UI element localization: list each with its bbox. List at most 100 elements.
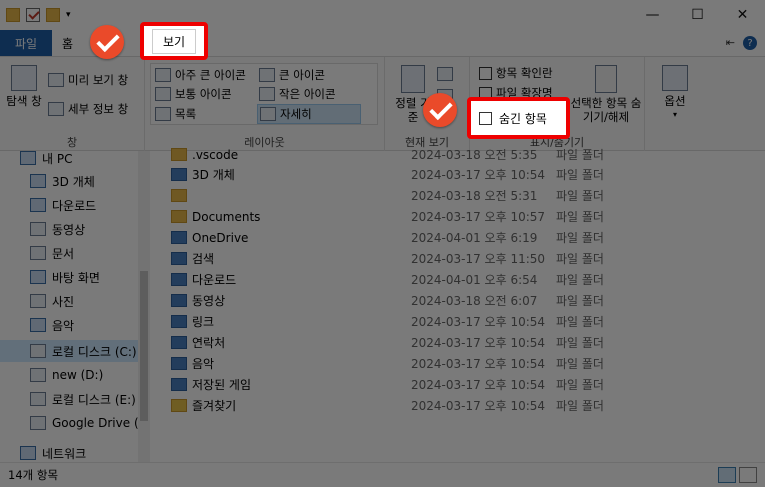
list-icon	[155, 107, 171, 121]
maximize-button[interactable]: ☐	[675, 0, 720, 30]
pane-group: 탐색 창 미리 보기 창 세부 정보 창 창	[0, 57, 145, 152]
hide-selected-button[interactable]: 선택한 항목 숨기기/해제	[570, 65, 642, 124]
list-item[interactable]: 음악 2024-03-17 오후 10:54 파일 폴더	[171, 353, 765, 374]
layout-large[interactable]: 큰 아이콘	[259, 67, 325, 83]
list-item[interactable]: 저장된 게임 2024-03-17 오후 10:54 파일 폴더	[171, 374, 765, 395]
hidden-items-checkbox[interactable]	[479, 111, 492, 125]
help-icon[interactable]: ?	[743, 36, 757, 50]
details-view-toggle-icon[interactable]	[718, 467, 736, 483]
hide-selected-icon	[595, 65, 617, 93]
contacts-icon	[171, 336, 187, 349]
tab-file[interactable]: 파일	[0, 30, 52, 56]
download-icon	[30, 198, 46, 212]
sidebar-item-drive-e[interactable]: 로컬 디스크 (E:)	[30, 388, 136, 410]
sidebar-item-desktop[interactable]: 바탕 화면	[30, 266, 100, 288]
list-item[interactable]: OneDrive 2024-04-01 오후 6:19 파일 폴더	[171, 227, 765, 248]
folder-icon	[6, 8, 20, 22]
options-button[interactable]: 옵션 ▾	[655, 65, 695, 122]
navigation-pane: 내 PC 3D 개체 다운로드 동영상 문서 바탕 화면 사진 음악 로컬 디스…	[0, 151, 150, 462]
pin-ribbon-icon[interactable]: ⇤	[726, 36, 735, 50]
preview-pane-button[interactable]: 미리 보기 창	[48, 72, 128, 88]
sidebar-item-pictures[interactable]: 사진	[30, 290, 74, 312]
sidebar-item-documents[interactable]: 문서	[30, 242, 74, 264]
desktop-icon	[30, 270, 46, 284]
details-pane-button[interactable]: 세부 정보 창	[48, 101, 128, 117]
sidebar-item-google-drive[interactable]: Google Drive (G:)	[30, 412, 138, 434]
layout-gallery: 아주 큰 아이콘 큰 아이콘 보통 아이콘 작은 아이콘 목록 자세히	[150, 63, 378, 125]
layout-details[interactable]: 자세히	[257, 104, 361, 124]
3d-objects-icon	[30, 174, 46, 188]
hidden-items-label: 숨긴 항목	[499, 111, 547, 126]
list-item[interactable]: 링크 2024-03-17 오후 10:54 파일 폴더	[171, 311, 765, 332]
picture-icon	[30, 294, 46, 308]
sidebar-scrollbar-thumb[interactable]	[140, 271, 148, 421]
tab-home[interactable]: 홈	[52, 30, 83, 56]
file-list: .vscode 2024-03-18 오전 5:35 파일 폴더 3D 개체 2…	[151, 148, 765, 462]
sidebar-item-drive-c[interactable]: 로컬 디스크 (C:)	[0, 340, 138, 362]
details-pane-icon	[48, 102, 64, 116]
sidebar-item-drive-d[interactable]: new (D:)	[30, 364, 103, 386]
list-item[interactable]: 검색 2024-03-17 오후 11:50 파일 폴더	[171, 248, 765, 269]
sort-icon	[401, 65, 425, 93]
options-group: 옵션 ▾	[645, 57, 705, 152]
preview-pane-icon	[48, 73, 64, 87]
pc-icon	[20, 151, 36, 165]
list-item[interactable]: 연락처 2024-03-17 오후 10:54 파일 폴더	[171, 332, 765, 353]
star-icon	[171, 399, 187, 412]
close-button[interactable]: ✕	[720, 0, 765, 30]
nav-pane-icon	[11, 65, 37, 91]
window-controls: — ☐ ✕	[630, 0, 765, 30]
video-icon	[171, 294, 187, 307]
ribbon-view: 탐색 창 미리 보기 창 세부 정보 창 창 아주 큰 아이콘 큰 아이콘 보통…	[0, 56, 765, 152]
sidebar-item-network[interactable]: 네트워크	[20, 442, 86, 464]
medium-icons-icon	[155, 87, 171, 101]
minimize-button[interactable]: —	[630, 0, 675, 30]
network-icon	[20, 446, 36, 460]
sidebar-item-3d-objects[interactable]: 3D 개체	[30, 170, 95, 192]
layout-small[interactable]: 작은 아이콘	[259, 86, 336, 102]
sidebar-item-this-pc[interactable]: 내 PC	[20, 147, 72, 169]
item-checkbox-option[interactable]: 항목 확인란	[479, 65, 553, 81]
nav-pane-button[interactable]: 탐색 창	[6, 65, 42, 108]
list-item[interactable]: .vscode 2024-03-18 오전 5:35 파일 폴더	[171, 144, 765, 165]
large-icons-view-toggle-icon[interactable]	[739, 467, 757, 483]
search-icon	[171, 252, 187, 265]
list-item[interactable]: 3D 개체 2024-03-17 오후 10:54 파일 폴더	[171, 164, 765, 185]
folder-icon	[171, 210, 187, 223]
hidden-items-highlight[interactable]: 숨긴 항목	[467, 97, 570, 139]
video-icon	[30, 222, 46, 236]
drive-icon	[30, 368, 46, 382]
layout-extra-large[interactable]: 아주 큰 아이콘	[155, 67, 246, 83]
sidebar-item-music[interactable]: 음악	[30, 314, 74, 336]
layout-medium[interactable]: 보통 아이콘	[155, 86, 232, 102]
layout-list[interactable]: 목록	[155, 106, 196, 122]
link-icon	[171, 315, 187, 328]
properties-check-icon[interactable]	[26, 8, 40, 22]
large-icons-icon	[259, 68, 275, 82]
drive-icon	[30, 344, 46, 358]
details-view-icon	[260, 107, 276, 121]
folder-icon	[171, 148, 187, 161]
options-dropdown-icon: ▾	[672, 110, 677, 119]
view-tab-highlight[interactable]: 보기	[140, 22, 208, 60]
drive-icon	[30, 392, 46, 406]
list-item[interactable]: Documents 2024-03-17 오후 10:57 파일 폴더	[171, 206, 765, 227]
item-checkbox-check[interactable]	[479, 66, 492, 80]
layout-group: 아주 큰 아이콘 큰 아이콘 보통 아이콘 작은 아이콘 목록 자세히 레이아웃	[145, 57, 385, 152]
list-item[interactable]: 즐겨찾기 2024-03-17 오후 10:54 파일 폴더	[171, 395, 765, 416]
sidebar-item-downloads[interactable]: 다운로드	[30, 194, 96, 216]
folder-icon	[171, 189, 187, 202]
list-item[interactable]: 다운로드 2024-04-01 오후 6:54 파일 폴더	[171, 269, 765, 290]
quick-access-dropdown-icon[interactable]: ▾	[66, 10, 71, 20]
group-by-icon	[437, 67, 453, 81]
small-icons-icon	[259, 87, 275, 101]
options-icon	[662, 65, 688, 91]
list-item[interactable]: 2024-03-18 오전 5:31 파일 폴더	[171, 185, 765, 206]
step-check-badge-icon	[90, 25, 124, 59]
new-folder-icon[interactable]	[46, 8, 60, 22]
step-check-badge-icon	[423, 93, 457, 127]
list-item[interactable]: 동영상 2024-03-18 오전 6:07 파일 폴더	[171, 290, 765, 311]
download-icon	[171, 273, 187, 286]
group-by-button[interactable]	[437, 67, 453, 81]
sidebar-item-videos[interactable]: 동영상	[30, 218, 85, 240]
